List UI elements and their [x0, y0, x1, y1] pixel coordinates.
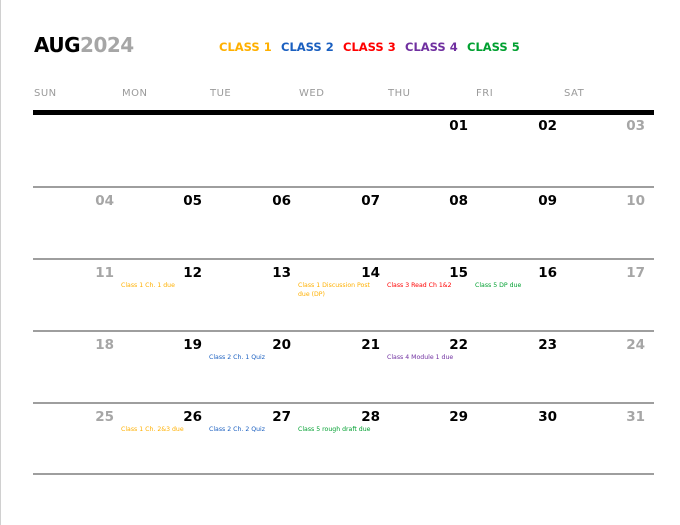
calendar-event[interactable]: Class 3 Read Ch 1&2 [387, 281, 467, 290]
day-number[interactable]: 27 [251, 409, 291, 425]
week-divider [33, 402, 654, 404]
calendar-event[interactable]: Class 1 Ch. 1 due [121, 281, 201, 290]
year-label: 2024 [80, 33, 134, 57]
day-number[interactable]: 17 [605, 265, 645, 281]
weekday-sun: SUN [34, 88, 57, 99]
day-number[interactable]: 31 [605, 409, 645, 425]
day-number[interactable]: 15 [428, 265, 468, 281]
day-number[interactable]: 06 [251, 193, 291, 209]
day-number[interactable]: 21 [340, 337, 380, 353]
calendar-event[interactable]: Class 1 Ch. 2&3 due [121, 425, 201, 434]
calendar-title: AUG2024 [34, 33, 134, 57]
week-divider [33, 186, 654, 188]
calendar-event[interactable]: Class 2 Ch. 1 Quiz [209, 353, 289, 362]
header-divider [33, 110, 654, 115]
calendar-event[interactable]: Class 4 Module 1 due [387, 353, 467, 362]
day-number[interactable]: 26 [162, 409, 202, 425]
week-divider [33, 330, 654, 332]
day-number[interactable]: 14 [340, 265, 380, 281]
weekday-sat: SAT [564, 88, 585, 99]
day-number[interactable]: 30 [517, 409, 557, 425]
weekday-fri: FRI [476, 88, 494, 99]
legend-class-2: CLASS 2 [281, 40, 334, 54]
page-left-border [0, 0, 1, 525]
day-number[interactable]: 19 [162, 337, 202, 353]
week-divider [33, 258, 654, 260]
day-number[interactable]: 10 [605, 193, 645, 209]
day-number[interactable]: 24 [605, 337, 645, 353]
weekday-thu: THU [388, 88, 411, 99]
day-number[interactable]: 09 [517, 193, 557, 209]
calendar-event[interactable]: Class 1 Discussion Post due (DP) [298, 281, 378, 299]
month-label: AUG [34, 33, 81, 57]
day-number[interactable]: 03 [605, 118, 645, 134]
legend-class-3: CLASS 3 [343, 40, 396, 54]
day-number[interactable]: 01 [428, 118, 468, 134]
calendar-event[interactable]: Class 2 Ch. 2 Quiz [209, 425, 289, 434]
weekday-wed: WED [299, 88, 325, 99]
legend-class-1: CLASS 1 [219, 40, 272, 54]
day-number[interactable]: 02 [517, 118, 557, 134]
day-number[interactable]: 11 [74, 265, 114, 281]
weekday-tue: TUE [210, 88, 232, 99]
day-number[interactable]: 13 [251, 265, 291, 281]
day-number[interactable]: 16 [517, 265, 557, 281]
day-number[interactable]: 22 [428, 337, 468, 353]
day-number[interactable]: 08 [428, 193, 468, 209]
day-number[interactable]: 04 [74, 193, 114, 209]
week-divider [33, 473, 654, 475]
weekday-mon: MON [122, 88, 148, 99]
calendar-event[interactable]: Class 5 rough draft due [298, 425, 378, 434]
day-number[interactable]: 12 [162, 265, 202, 281]
day-number[interactable]: 25 [74, 409, 114, 425]
legend-class-4: CLASS 4 [405, 40, 458, 54]
day-number[interactable]: 28 [340, 409, 380, 425]
day-number[interactable]: 18 [74, 337, 114, 353]
day-number[interactable]: 23 [517, 337, 557, 353]
day-number[interactable]: 07 [340, 193, 380, 209]
day-number[interactable]: 20 [251, 337, 291, 353]
day-number[interactable]: 05 [162, 193, 202, 209]
day-number[interactable]: 29 [428, 409, 468, 425]
legend-class-5: CLASS 5 [467, 40, 520, 54]
calendar-event[interactable]: Class 5 DP due [475, 281, 555, 290]
